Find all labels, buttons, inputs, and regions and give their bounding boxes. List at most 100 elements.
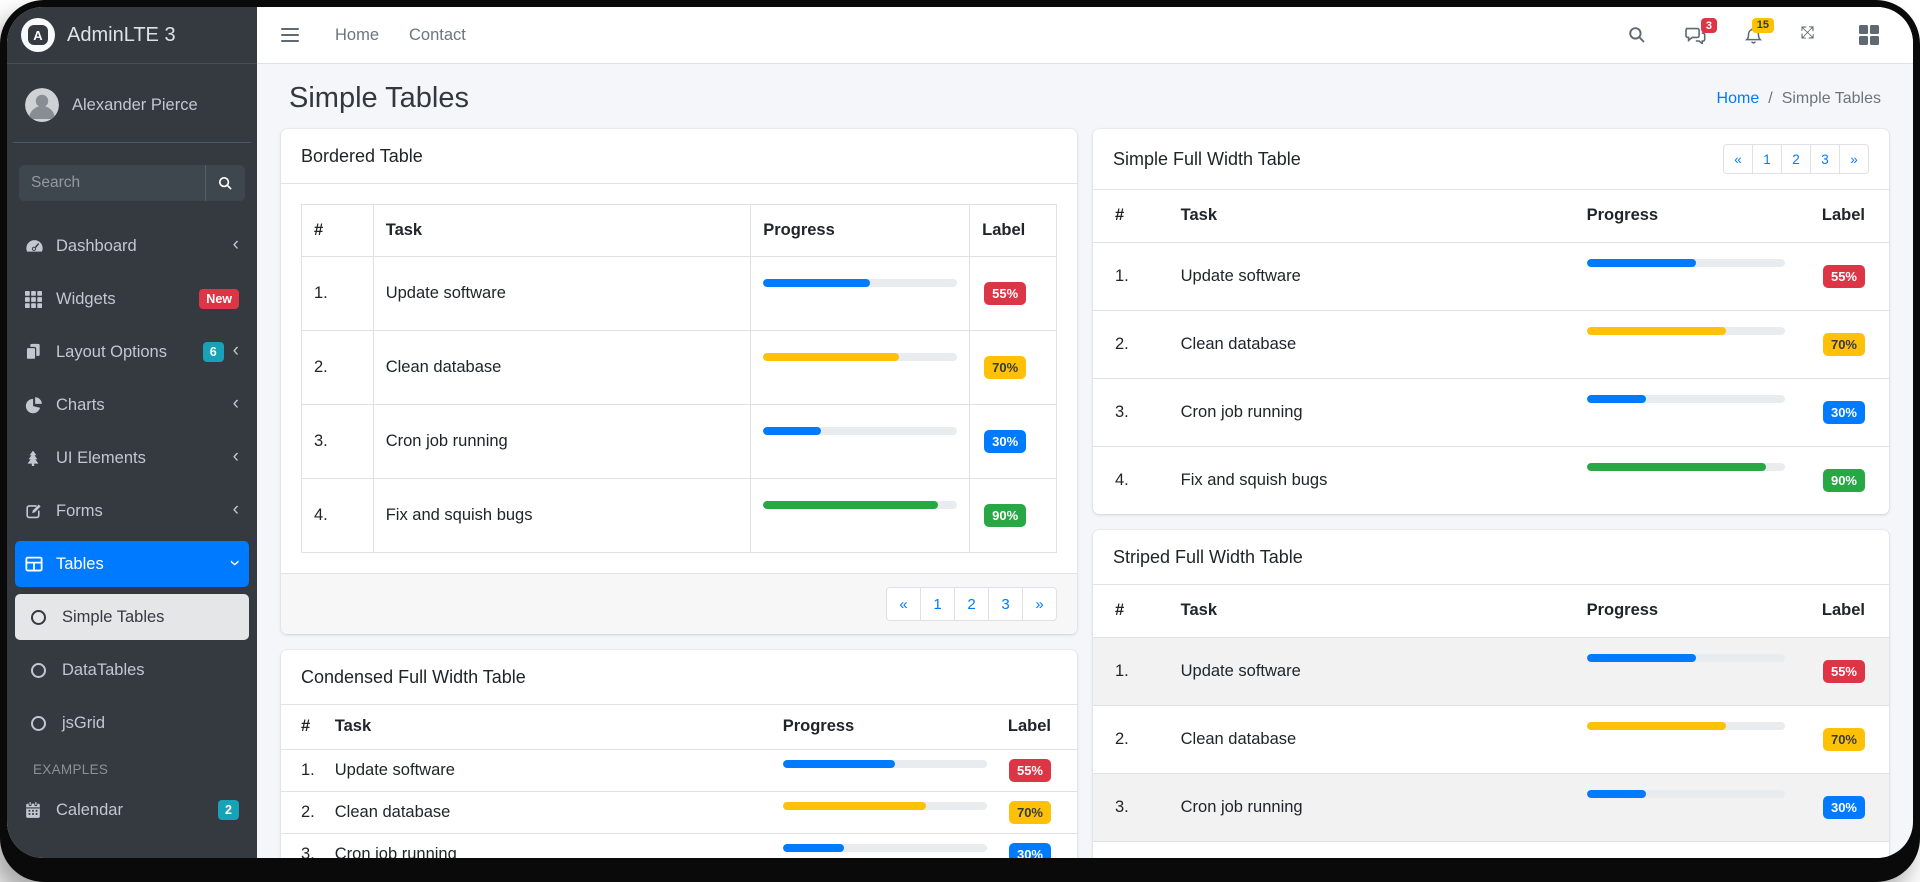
simple-table-card: Simple Full Width Table « 1 2 3 »	[1093, 129, 1889, 514]
progress-bar	[1587, 259, 1786, 267]
simple-full-width-table: # Task Progress Label 1. Update software	[1093, 190, 1889, 514]
status-badge: 30%	[1823, 796, 1865, 819]
progress-bar	[1587, 463, 1786, 471]
app-window: A AdminLTE 3 Alexander Pierce Dashboard	[7, 7, 1913, 858]
navbar-link-contact[interactable]: Contact	[409, 26, 466, 45]
progress-bar	[1587, 327, 1786, 335]
breadcrumb-current: Simple Tables	[1782, 90, 1881, 108]
page-title: Simple Tables	[289, 82, 469, 115]
breadcrumb-home-link[interactable]: Home	[1717, 90, 1760, 108]
sidebar-item-calendar[interactable]: Calendar 2	[15, 787, 249, 833]
sidebar-item-label: Dashboard	[56, 237, 137, 256]
striped-table-card: Striped Full Width Table # Task Progress…	[1093, 530, 1889, 858]
sidebar-item-label: Charts	[56, 396, 105, 415]
pagination-next[interactable]: »	[1839, 144, 1869, 174]
table-row: 2. Clean database 70%	[281, 791, 1077, 833]
card-header: Striped Full Width Table	[1093, 530, 1889, 585]
user-panel: Alexander Pierce	[13, 64, 251, 143]
fullscreen-expand-icon[interactable]: ⤢⤡	[1801, 25, 1821, 45]
right-column: Simple Full Width Table « 1 2 3 »	[1093, 129, 1889, 858]
progress-bar	[1587, 858, 1786, 859]
messages-icon[interactable]: 3	[1684, 26, 1706, 44]
chevron-left-icon: ‹	[233, 351, 239, 354]
card-title: Striped Full Width Table	[1113, 547, 1303, 568]
sidebar-item-jsgrid[interactable]: jsGrid	[15, 700, 249, 746]
user-name-link[interactable]: Alexander Pierce	[72, 96, 198, 115]
sidebar-item-dashboard[interactable]: Dashboard ‹	[15, 223, 249, 269]
sidebar-item-label: Simple Tables	[62, 608, 164, 627]
chevron-left-icon: ‹	[233, 510, 239, 513]
status-badge: 70%	[1009, 801, 1051, 824]
column-header: Label	[997, 705, 1077, 749]
tree-icon	[25, 450, 56, 466]
progress-bar	[763, 427, 957, 435]
table-row: 1. Update software 55%	[281, 749, 1077, 791]
sidebar-item-label: Tables	[56, 555, 104, 574]
sidebar-nav: Dashboard ‹ Widgets New Layout Options 6…	[7, 217, 257, 846]
top-navbar: Home Contact 3 15 ⤢⤡	[257, 7, 1913, 64]
status-badge: 70%	[984, 356, 1026, 379]
pagination-page-1[interactable]: 1	[1752, 144, 1782, 174]
pagination-page-2[interactable]: 2	[954, 587, 989, 621]
brand-link[interactable]: A AdminLTE 3	[7, 7, 257, 64]
table-row: 4. Fix and squish bugs 90%	[1093, 841, 1889, 858]
column-header: Progress	[1575, 190, 1798, 242]
sidebar-item-forms[interactable]: Forms ‹	[15, 488, 249, 534]
sidebar-item-label: Widgets	[56, 290, 116, 309]
copy-icon	[25, 343, 56, 361]
pagination-prev[interactable]: «	[886, 587, 921, 621]
sidebar-item-ui-elements[interactable]: UI Elements ‹	[15, 435, 249, 481]
sidebar-item-widgets[interactable]: Widgets New	[15, 276, 249, 322]
main-area: Home Contact 3 15 ⤢⤡	[257, 7, 1913, 858]
status-badge: 70%	[1823, 728, 1865, 751]
sidebar-item-label: Forms	[56, 502, 103, 521]
pagination-page-1[interactable]: 1	[920, 587, 955, 621]
column-header: #	[1093, 585, 1169, 637]
table-row: 4. Fix and squish bugs 90%	[302, 479, 1057, 553]
column-header: Task	[373, 205, 751, 257]
sidebar-item-layout-options[interactable]: Layout Options 6 ‹	[15, 329, 249, 375]
notifications-bell-icon[interactable]: 15	[1744, 26, 1763, 45]
circle-icon	[31, 716, 62, 731]
search-icon[interactable]	[1628, 26, 1646, 44]
table-row: 3. Cron job running 30%	[281, 833, 1077, 858]
status-badge: 55%	[1823, 660, 1865, 683]
table-row: 1. Update software 55%	[302, 257, 1057, 331]
pagination-next[interactable]: »	[1022, 587, 1057, 621]
sidebar-item-tables[interactable]: Tables ‹	[15, 541, 249, 587]
control-sidebar-grid-icon[interactable]	[1859, 25, 1880, 46]
progress-bar	[783, 760, 988, 768]
pagination-prev[interactable]: «	[1723, 144, 1753, 174]
messages-count-badge: 3	[1701, 18, 1716, 33]
count-badge: 2	[218, 800, 239, 820]
status-badge: 30%	[984, 430, 1026, 453]
sidebar-item-simple-tables[interactable]: Simple Tables	[15, 594, 249, 640]
progress-bar	[1587, 722, 1786, 730]
column-header: Task	[325, 705, 773, 749]
chevron-left-icon: ‹	[233, 457, 239, 460]
pagination-page-2[interactable]: 2	[1781, 144, 1811, 174]
notifications-count-badge: 15	[1752, 18, 1773, 33]
search-submit-button[interactable]	[205, 165, 245, 201]
column-header: #	[302, 205, 374, 257]
search-input[interactable]	[19, 165, 205, 201]
status-badge: 55%	[984, 282, 1026, 305]
avatar[interactable]	[25, 88, 59, 122]
adminlte-logo-icon: A	[21, 18, 55, 52]
screenshot-frame: A AdminLTE 3 Alexander Pierce Dashboard	[0, 0, 1920, 882]
sidebar-item-charts[interactable]: Charts ‹	[15, 382, 249, 428]
progress-bar	[1587, 395, 1786, 403]
calendar-icon	[25, 801, 56, 819]
left-column: Bordered Table # Task Progress Label	[281, 129, 1077, 858]
status-badge: 90%	[984, 504, 1026, 527]
card-header: Simple Full Width Table « 1 2 3 »	[1093, 129, 1889, 190]
sidebar-item-label: DataTables	[62, 661, 145, 680]
sidebar-item-label: Layout Options	[56, 343, 167, 362]
navbar-link-home[interactable]: Home	[335, 26, 379, 45]
column-header: Task	[1169, 190, 1575, 242]
pie-chart-icon	[25, 396, 56, 414]
pagination-page-3[interactable]: 3	[1810, 144, 1840, 174]
pagination-page-3[interactable]: 3	[988, 587, 1023, 621]
sidebar-toggle-button[interactable]	[275, 24, 305, 47]
sidebar-item-datatables[interactable]: DataTables	[15, 647, 249, 693]
